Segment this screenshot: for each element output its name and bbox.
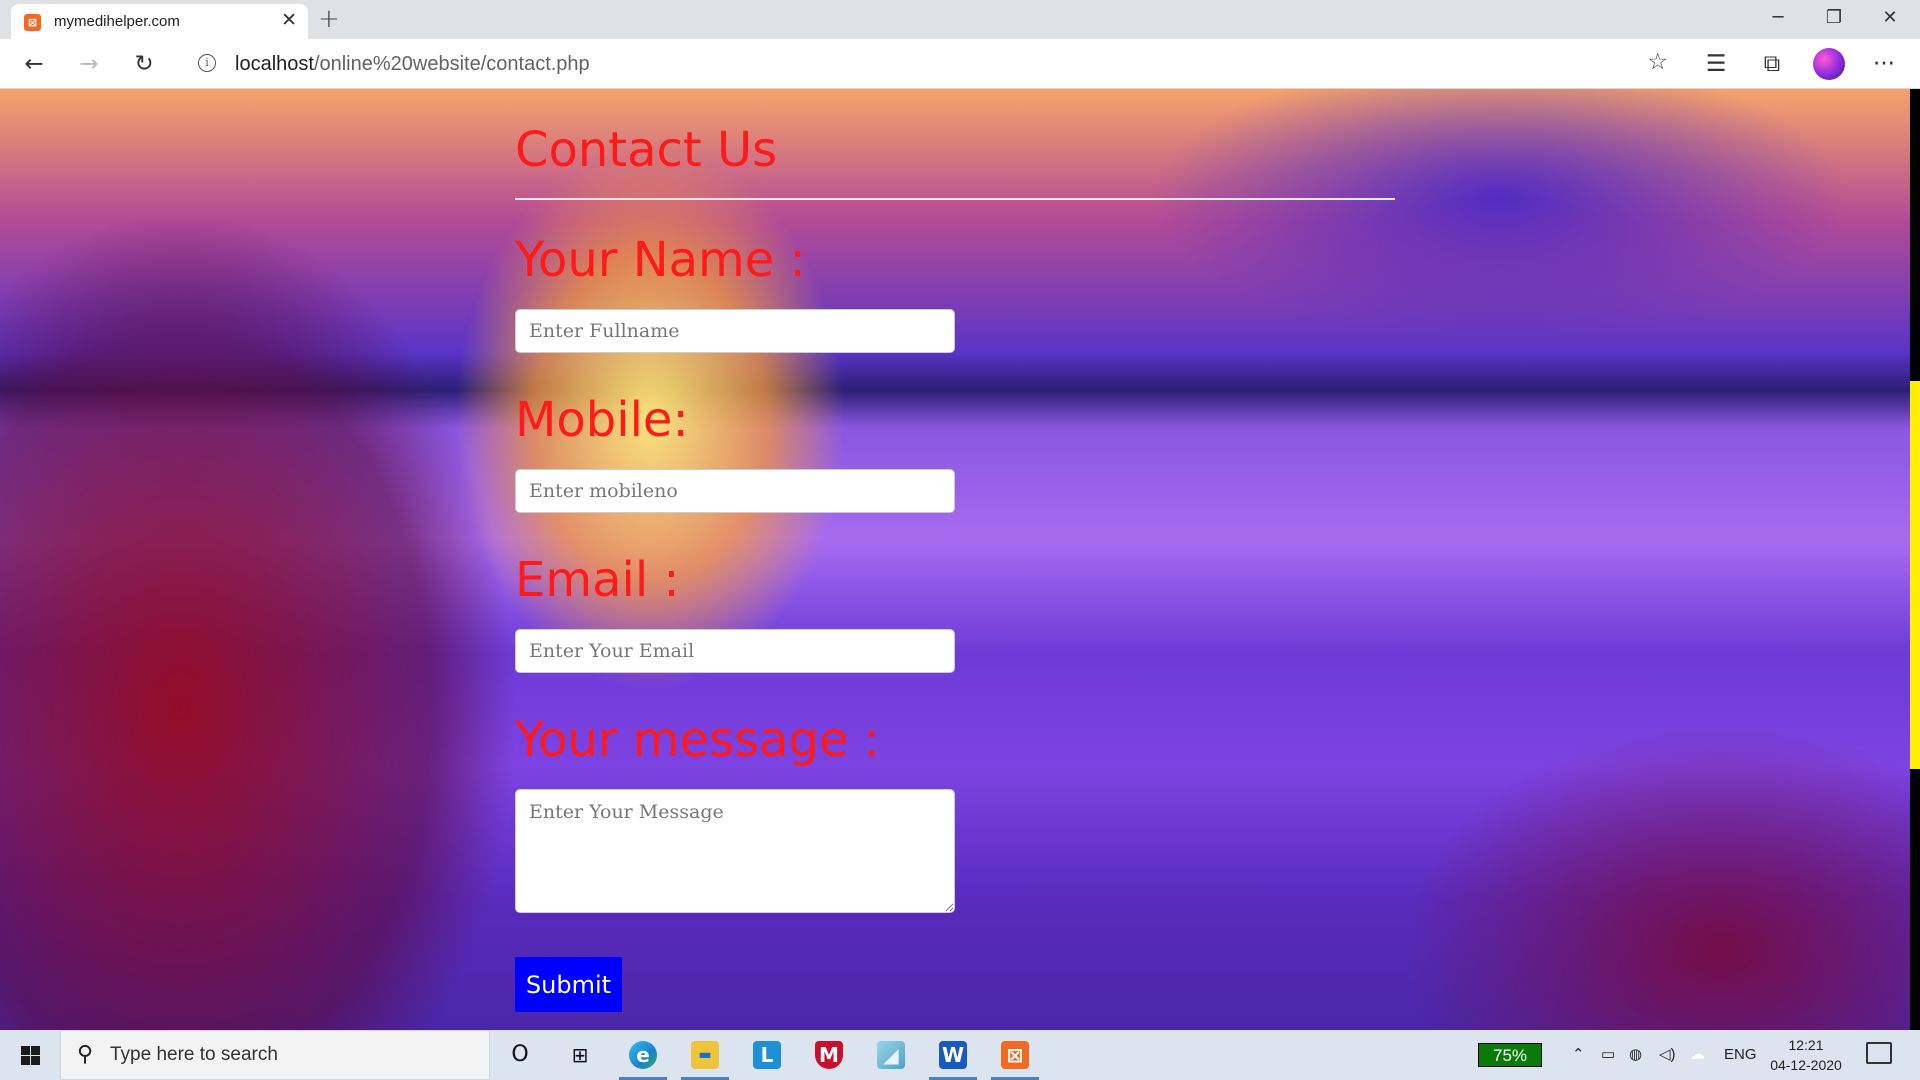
l-taskbar-app[interactable]: L: [737, 1030, 797, 1080]
network-globe-icon[interactable]: ◍: [1629, 1030, 1642, 1080]
notifications-icon[interactable]: [1866, 1042, 1892, 1064]
volume-icon[interactable]: ◁): [1659, 1030, 1676, 1080]
battery-icon[interactable]: ▭: [1601, 1030, 1615, 1080]
tab-title: mymedihelper.com: [54, 13, 180, 30]
file-explorer-icon: ▬: [691, 1041, 719, 1069]
clock-time: 12:21: [1788, 1037, 1824, 1053]
mobile-input[interactable]: [515, 469, 955, 513]
close-tab-icon[interactable]: ✕: [281, 9, 297, 31]
url-text[interactable]: localhost/online%20website/contact.php: [235, 53, 590, 76]
page-title: Contact Us: [515, 122, 778, 178]
word-icon: W: [939, 1041, 967, 1069]
l-app-icon: L: [753, 1041, 781, 1069]
email-input[interactable]: [515, 629, 955, 673]
minimize-button[interactable]: ─: [1750, 4, 1806, 32]
title-divider: [515, 198, 1395, 200]
name-label: Your Name :: [515, 232, 806, 288]
fullname-input[interactable]: [515, 309, 955, 353]
favorite-star-icon[interactable]: ☆: [1647, 49, 1668, 75]
close-window-button[interactable]: ✕: [1862, 4, 1918, 32]
xampp-icon: ⊠: [1001, 1041, 1029, 1069]
mcafee-icon: M: [815, 1041, 843, 1069]
message-textarea[interactable]: [515, 789, 955, 913]
profile-avatar[interactable]: [1813, 48, 1845, 80]
file-explorer-taskbar-app[interactable]: ▬: [675, 1030, 735, 1080]
message-label: Your message :: [515, 712, 880, 768]
windows-taskbar: ⚲ Type here to search O ⊞ e ▬ L M ◢ W ⊠ …: [0, 1030, 1920, 1080]
restore-button[interactable]: ❐: [1806, 4, 1862, 32]
mobile-label: Mobile:: [515, 392, 689, 448]
task-view-button[interactable]: ⊞: [550, 1030, 610, 1080]
new-tab-button[interactable]: +: [318, 4, 340, 34]
browser-tab[interactable]: ⊠ mymedihelper.com ✕: [11, 4, 308, 39]
battery-percent-badge: 75%: [1478, 1043, 1542, 1067]
site-info-icon[interactable]: i: [198, 54, 216, 72]
language-indicator[interactable]: ENG: [1724, 1030, 1757, 1080]
notes-app-icon: ◢: [877, 1041, 905, 1069]
edge-taskbar-app[interactable]: e: [613, 1030, 673, 1080]
show-hidden-icons-chevron-icon[interactable]: ⌃: [1572, 1030, 1585, 1080]
browser-toolbar: ← → ↻ i localhost/online%20website/conta…: [0, 39, 1920, 89]
onedrive-cloud-icon[interactable]: ☁: [1690, 1030, 1705, 1080]
taskbar-clock[interactable]: 12:21 04-12-2020: [1766, 1035, 1846, 1075]
address-bar[interactable]: i localhost/online%20website/contact.php…: [180, 46, 1680, 82]
more-menu-icon[interactable]: ···: [1868, 48, 1900, 80]
task-view-icon: ⊞: [571, 1043, 589, 1067]
cortana-button[interactable]: O: [490, 1030, 550, 1080]
xampp-favicon-icon: ⊠: [24, 14, 41, 31]
word-taskbar-app[interactable]: W: [923, 1030, 983, 1080]
search-icon: ⚲: [77, 1042, 94, 1067]
page-scrollbar[interactable]: [1910, 89, 1920, 1030]
start-button[interactable]: [0, 1030, 60, 1080]
page-background: Contact Us Your Name : Mobile: Email : Y…: [0, 89, 1920, 1030]
scrollbar-thumb[interactable]: [1910, 381, 1920, 769]
collections-icon[interactable]: ⧉: [1756, 48, 1788, 80]
mcafee-taskbar-app[interactable]: M: [799, 1030, 859, 1080]
search-placeholder: Type here to search: [110, 1044, 278, 1065]
xampp-taskbar-app[interactable]: ⊠: [985, 1030, 1045, 1080]
submit-button[interactable]: Submit: [515, 957, 622, 1012]
clock-date: 04-12-2020: [1770, 1057, 1842, 1073]
cortana-icon: O: [511, 1042, 529, 1067]
notes-taskbar-app[interactable]: ◢: [861, 1030, 921, 1080]
email-label: Email :: [515, 552, 680, 608]
reload-icon[interactable]: ↻: [128, 48, 160, 80]
windows-logo-icon: [21, 1046, 40, 1065]
tab-strip: ⊠ mymedihelper.com ✕ + ─ ❐ ✕: [0, 0, 1920, 39]
forward-arrow-icon[interactable]: →: [73, 48, 105, 80]
back-arrow-icon[interactable]: ←: [18, 48, 50, 80]
taskbar-search[interactable]: ⚲ Type here to search: [60, 1030, 490, 1080]
favorites-list-icon[interactable]: ☰: [1700, 48, 1732, 80]
edge-icon: e: [629, 1041, 657, 1069]
